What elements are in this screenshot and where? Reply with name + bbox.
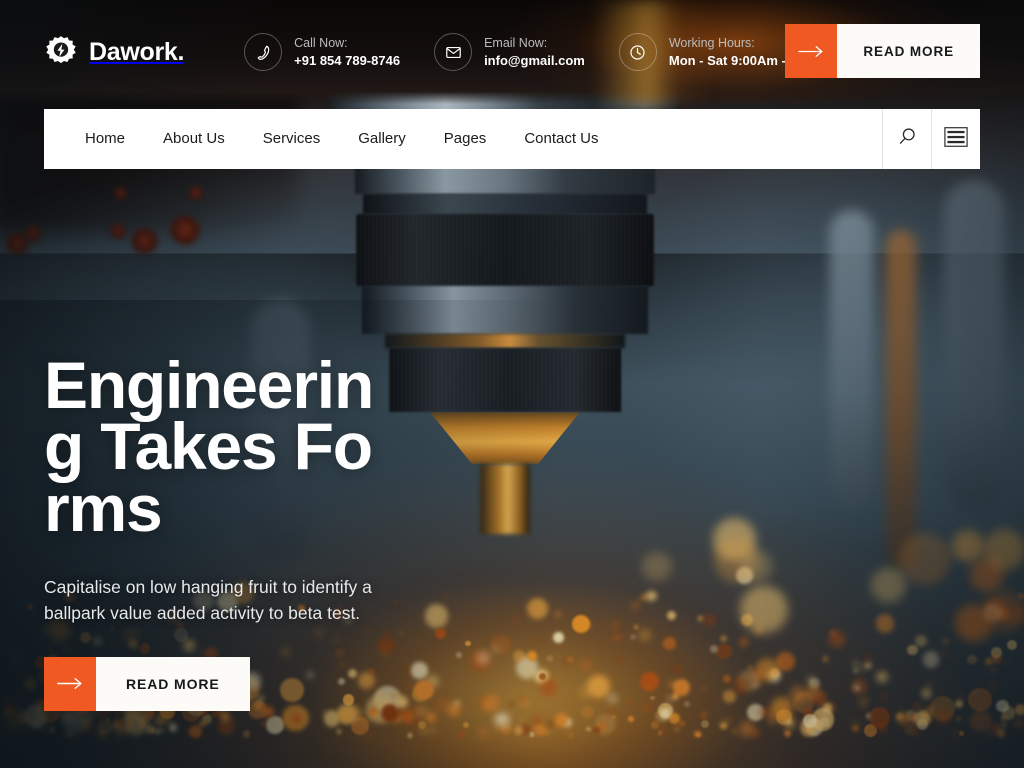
contact-item-email[interactable]: Email Now: info@gmail.com — [434, 33, 585, 71]
hero-read-more-button[interactable]: READ MORE — [44, 656, 464, 711]
brand-name: Dawork. — [89, 37, 185, 66]
nav-item-contact-us[interactable]: Contact Us — [505, 109, 617, 169]
phone-icon — [244, 33, 283, 71]
nav-item-about-us[interactable]: About Us — [144, 109, 244, 169]
envelope-icon — [434, 33, 473, 71]
search-icon — [897, 126, 918, 152]
hero-section: Engineering Takes Forms Capitalise on lo… — [44, 348, 464, 711]
header-read-more-button[interactable]: READ MORE — [785, 24, 980, 78]
brand-logo[interactable]: Dawork. — [44, 35, 184, 69]
top-bar: Dawork. Call Now: +91 854 789-8746 Email… — [0, 0, 1024, 104]
hero-title: Engineering Takes Forms — [44, 348, 374, 545]
nav-links: Home About Us Services Gallery Pages Con… — [44, 109, 618, 169]
nav-item-gallery[interactable]: Gallery — [339, 109, 425, 169]
arrow-right-icon — [785, 24, 838, 78]
contact-label: Call Now: — [294, 35, 348, 50]
nav-tools — [882, 109, 980, 169]
contact-label: Email Now: — [484, 35, 548, 50]
menu-toggle-button[interactable] — [931, 109, 980, 169]
hero-read-more-label: READ MORE — [96, 656, 250, 711]
nav-item-services[interactable]: Services — [244, 109, 340, 169]
contact-value: info@gmail.com — [484, 53, 585, 69]
contact-value: +91 854 789-8746 — [294, 53, 401, 69]
gear-bolt-icon — [44, 35, 78, 69]
hamburger-menu-icon — [944, 126, 968, 152]
search-button[interactable] — [882, 109, 931, 169]
header-read-more-label: READ MORE — [837, 24, 980, 78]
arrow-right-icon — [44, 656, 96, 711]
main-navigation: Home About Us Services Gallery Pages Con… — [44, 109, 980, 169]
contact-item-phone[interactable]: Call Now: +91 854 789-8746 — [244, 33, 400, 71]
clock-icon — [618, 33, 657, 71]
nav-item-home[interactable]: Home — [66, 109, 144, 169]
hero-subtitle: Capitalise on low hanging fruit to ident… — [44, 577, 372, 624]
contact-info-group: Call Now: +91 854 789-8746 Email Now: in… — [244, 33, 836, 71]
nav-item-pages[interactable]: Pages — [425, 109, 506, 169]
